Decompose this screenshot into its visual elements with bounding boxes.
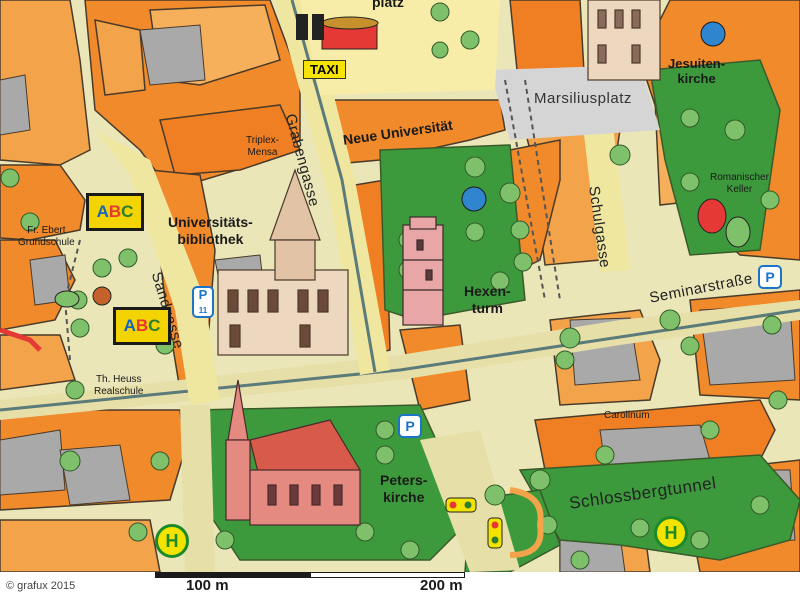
parking-number: 11 (198, 306, 208, 315)
picnic-basket-icon (321, 16, 379, 50)
scale-label-100m: 100 m (186, 577, 229, 594)
jesuitenkirche-drawing (587, 0, 661, 81)
school-abc-sign: ABC (86, 193, 144, 231)
abc-letter: B (108, 202, 122, 221)
street-label-marsiliusplatz: Marsiliusplatz (534, 90, 632, 107)
abc-letter: A (123, 316, 136, 335)
bus-stop-icon[interactable]: H (155, 524, 189, 558)
abc-letter: A (96, 202, 109, 221)
place-label-carolinum: Carolinum (604, 410, 650, 421)
place-label-romanischer-keller: Romanischer Keller (710, 172, 769, 195)
scale-label-200m: 200 m (420, 577, 463, 594)
copyright-label: © grafux 2015 (6, 580, 76, 592)
place-label-platz: platz (372, 0, 404, 10)
parking-11-sign[interactable]: P 11 (192, 286, 214, 318)
place-label-jesuitenkirche: Jesuiten- kirche (668, 56, 726, 86)
fountain-icon (700, 21, 726, 47)
taxi-stand-sign: TAXI (303, 60, 346, 79)
hexenturm-tower-drawing (402, 216, 444, 326)
city-map[interactable]: platz TAXI Jesuiten- kirche Marsiliuspla… (0, 0, 800, 600)
place-label-hexenturm: Hexen- turm (464, 283, 511, 316)
abc-letter: C (148, 316, 161, 335)
place-label-universitaetsbibliothek: Universitäts- bibliothek (168, 214, 253, 247)
parking-accessible-sign-1[interactable]: P (758, 265, 782, 289)
scale-bar: © grafux 2015 100 m 200 m (0, 572, 800, 600)
school-abc-sign: ABC (113, 307, 171, 345)
place-label-th-heuss-realschule: Th. Heuss Realschule (94, 374, 144, 397)
parking-letter: P (405, 418, 415, 434)
fountain-icon (461, 186, 487, 212)
parking-letter: P (198, 287, 208, 302)
parking-letter: P (765, 269, 775, 285)
bus-stop-icon[interactable]: H (654, 516, 688, 550)
place-label-peterskirche: Peters- kirche (380, 472, 428, 505)
parking-accessible-sign-2[interactable]: P (398, 414, 422, 438)
abc-letter: C (121, 202, 134, 221)
place-label-fr-ebert-grundschule: Fr. Ebert Grundschule (18, 225, 75, 248)
abc-letter: B (135, 316, 149, 335)
place-label-triplex-mensa: Triplex- Mensa (246, 135, 279, 158)
